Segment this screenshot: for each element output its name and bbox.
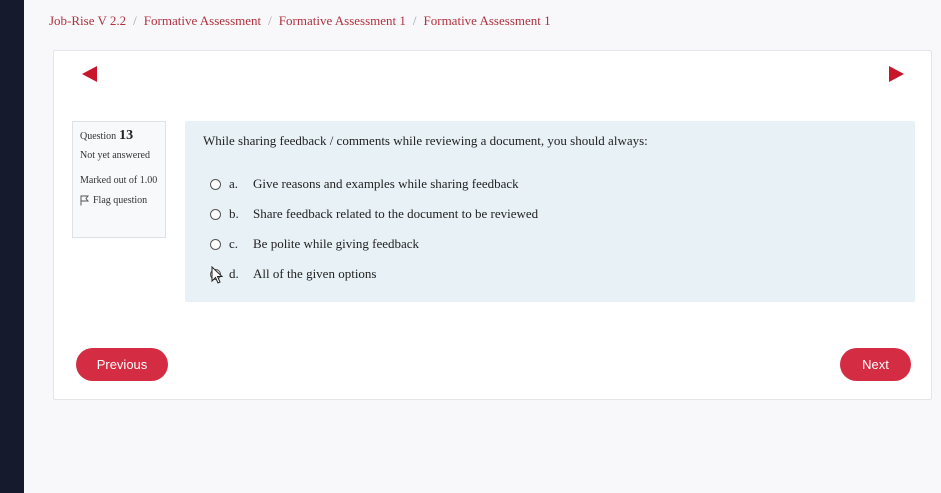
question-text: While sharing feedback / comments while …	[203, 133, 648, 148]
flag-question-link[interactable]: Flag question	[80, 195, 158, 206]
radio-button[interactable]	[210, 208, 221, 220]
triangle-left-icon[interactable]	[82, 66, 97, 82]
breadcrumb-item-current[interactable]: Formative Assessment 1	[424, 13, 551, 29]
question-label: Question	[80, 131, 117, 142]
quiz-card: Question 13 Not yet answered Marked out …	[53, 50, 932, 400]
breadcrumb-separator: /	[412, 13, 417, 28]
breadcrumb-item-quiz[interactable]: Formative Assessment 1	[279, 13, 406, 29]
answer-option-b[interactable]: b. Share feedback related to the documen…	[203, 199, 897, 229]
question-info-panel: Question 13 Not yet answered Marked out …	[72, 121, 166, 238]
radio-button[interactable]	[210, 268, 221, 280]
option-letter: b.	[229, 206, 239, 221]
breadcrumb-item-course[interactable]: Job-Rise V 2.2	[49, 13, 126, 29]
flag-question-label: Flag question	[93, 195, 148, 206]
option-text: All of the given options	[253, 266, 377, 281]
next-button[interactable]: Next	[840, 348, 911, 381]
answer-option-a[interactable]: a. Give reasons and examples while shari…	[203, 169, 897, 199]
breadcrumb-item-section[interactable]: Formative Assessment	[144, 13, 261, 29]
question-state: Not yet answered	[80, 150, 150, 161]
flag-icon	[80, 195, 89, 206]
left-sidebar-rail	[0, 0, 24, 493]
option-text: Give reasons and examples while sharing …	[253, 176, 519, 191]
question-content: While sharing feedback / comments while …	[185, 121, 915, 302]
question-number-line: Question 13	[80, 128, 158, 144]
breadcrumb-separator: /	[268, 13, 272, 28]
question-number: 13	[119, 128, 134, 143]
radio-button[interactable]	[210, 178, 221, 190]
breadcrumb-separator: /	[133, 13, 137, 28]
breadcrumb: Job-Rise V 2.2 / Formative Assessment / …	[49, 13, 551, 29]
option-letter: d.	[229, 266, 239, 281]
radio-button[interactable]	[210, 238, 221, 250]
answer-option-c[interactable]: c. Be polite while giving feedback	[203, 229, 897, 259]
option-text: Share feedback related to the document t…	[253, 206, 539, 221]
option-text: Be polite while giving feedback	[253, 236, 420, 251]
option-letter: a.	[229, 176, 239, 191]
previous-button[interactable]: Previous	[76, 348, 168, 381]
triangle-right-icon[interactable]	[889, 66, 904, 82]
option-letter: c.	[229, 236, 239, 251]
question-grade: Marked out of 1.00	[80, 175, 158, 186]
answer-option-d[interactable]: d. All of the given options	[203, 259, 897, 289]
